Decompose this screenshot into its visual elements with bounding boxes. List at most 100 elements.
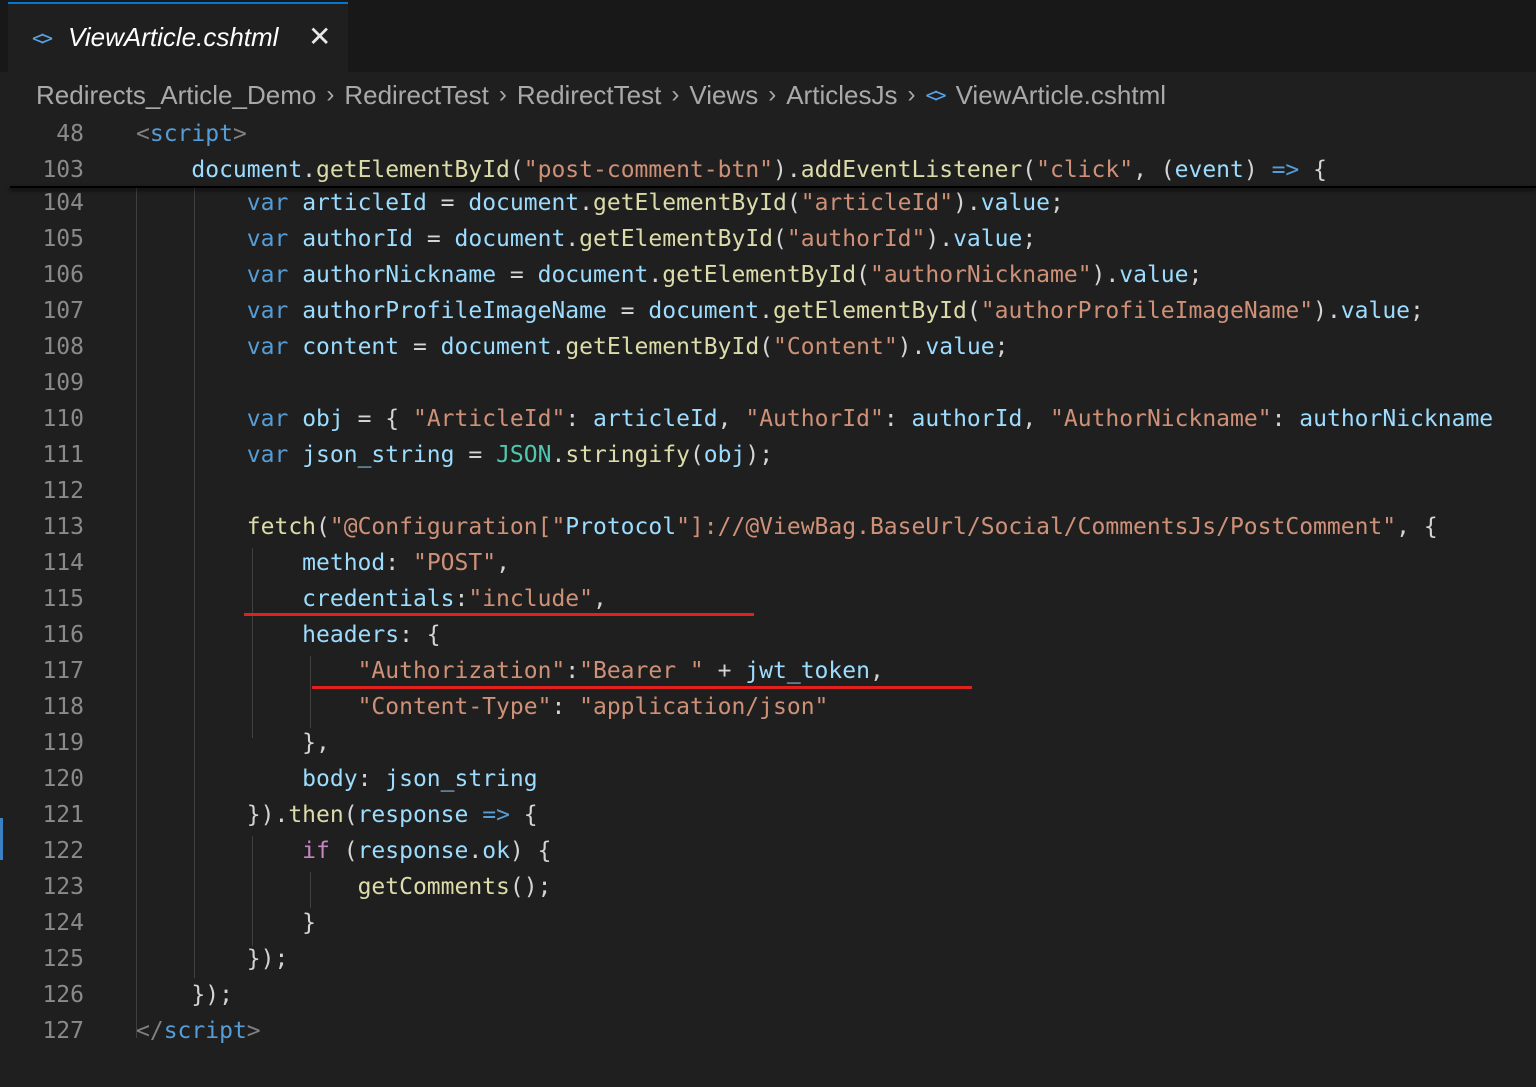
code-line[interactable]: 110 var obj = { "ArticleId": articleId, … (0, 401, 1536, 437)
code-line[interactable]: 48 <script> (0, 116, 1536, 152)
code-token: "articleId" (800, 190, 954, 216)
breadcrumb-item[interactable]: Redirects_Article_Demo (36, 80, 316, 111)
code-text: getComments(); (136, 869, 552, 905)
line-number[interactable]: 123 (0, 869, 84, 905)
code-line[interactable]: 109 (0, 365, 1536, 401)
code-line[interactable]: 120 body: json_string (0, 761, 1536, 797)
code-line[interactable]: 124 } (0, 905, 1536, 941)
line-number[interactable]: 109 (0, 365, 84, 401)
code-token: content (302, 334, 400, 360)
line-number[interactable]: 113 (0, 509, 84, 545)
code-line[interactable]: 114 method: "POST", (0, 545, 1536, 581)
code-token: json_string (302, 442, 455, 468)
annotation-underline-authorization (312, 686, 972, 689)
line-number[interactable]: 107 (0, 293, 84, 329)
code-token: getElementById (662, 262, 857, 288)
line-number[interactable]: 127 (0, 1013, 84, 1049)
code-token: document (648, 298, 760, 324)
code-token: }); (136, 982, 233, 1008)
line-number[interactable]: 48 (0, 116, 84, 152)
code-token: document (191, 157, 303, 183)
line-number[interactable]: 105 (0, 221, 84, 257)
code-line[interactable]: 103 document.getElementById("post-commen… (0, 152, 1536, 188)
breadcrumb-file[interactable]: ViewArticle.cshtml (956, 80, 1166, 111)
chevron-right-icon: › (671, 81, 680, 108)
line-number[interactable]: 116 (0, 617, 84, 653)
line-number[interactable]: 115 (0, 581, 84, 617)
code-text: credentials:"include", (136, 581, 607, 617)
line-number[interactable]: 120 (0, 761, 84, 797)
code-line[interactable]: 121 }).then(response => { (0, 797, 1536, 833)
code-line[interactable]: 112 (0, 473, 1536, 509)
code-text: body: json_string (136, 761, 537, 797)
code-line[interactable]: 117 "Authorization":"Bearer " + jwt_toke… (0, 653, 1536, 689)
breadcrumb: Redirects_Article_Demo › RedirectTest › … (36, 78, 1166, 112)
code-text: </script> (136, 1013, 261, 1049)
line-number[interactable]: 112 (0, 473, 84, 509)
code-line[interactable]: 127 </script> (0, 1013, 1536, 1049)
code-line[interactable]: 116 headers: { (0, 617, 1536, 653)
line-number[interactable]: 118 (0, 689, 84, 725)
code-text: method: "POST", (136, 545, 510, 581)
code-token: jwt_token (745, 658, 870, 684)
code-line[interactable]: 111 var json_string = JSON.stringify(obj… (0, 437, 1536, 473)
breadcrumb-item[interactable]: Views (689, 80, 758, 111)
code-text: var content = document.getElementById("C… (136, 329, 1009, 365)
line-number[interactable]: 121 (0, 797, 84, 833)
code-line[interactable]: 113 fetch("@Configuration["Protocol"]://… (0, 509, 1536, 545)
line-number[interactable]: 103 (0, 152, 84, 188)
line-number[interactable]: 122 (0, 833, 84, 869)
breadcrumb-item[interactable]: RedirectTest (344, 80, 489, 111)
code-text: }); (136, 977, 233, 1013)
code-line[interactable]: 106 var authorNickname = document.getEle… (0, 257, 1536, 293)
line-number[interactable]: 119 (0, 725, 84, 761)
tab-viewarticle[interactable]: <> ViewArticle.cshtml ✕ (8, 2, 348, 72)
line-number[interactable]: 124 (0, 905, 84, 941)
line-number[interactable]: 104 (0, 185, 84, 221)
code-token: ( (759, 334, 774, 360)
code-token: value (1119, 262, 1189, 288)
code-token: ( (786, 190, 801, 216)
code-line[interactable]: 108 var content = document.getElementByI… (0, 329, 1536, 365)
line-number[interactable]: 111 (0, 437, 84, 473)
line-number[interactable]: 126 (0, 977, 84, 1013)
code-token: }, (136, 730, 330, 756)
line-number[interactable]: 114 (0, 545, 84, 581)
code-line[interactable]: 104 var articleId = document.getElementB… (0, 185, 1536, 221)
line-number[interactable]: 117 (0, 653, 84, 689)
code-token: , (1022, 406, 1051, 432)
breadcrumb-item[interactable]: ArticlesJs (786, 80, 897, 111)
code-line[interactable]: 105 var authorId = document.getElementBy… (0, 221, 1536, 257)
code-token: "]://@ViewBag.BaseUrl/Social/CommentsJs/… (676, 514, 1397, 540)
code-editor[interactable]: 104 var articleId = document.getElementB… (0, 116, 1536, 1087)
breadcrumb-item[interactable]: RedirectTest (517, 80, 662, 111)
code-token: body (302, 766, 358, 792)
code-line[interactable]: 123 getComments(); (0, 869, 1536, 905)
line-number[interactable]: 106 (0, 257, 84, 293)
code-line[interactable]: 107 var authorProfileImageName = documen… (0, 293, 1536, 329)
line-number[interactable]: 108 (0, 329, 84, 365)
close-icon[interactable]: ✕ (308, 20, 331, 53)
code-line[interactable]: 119 }, (0, 725, 1536, 761)
code-token: if (302, 838, 330, 864)
code-token: : (357, 766, 386, 792)
line-number[interactable]: 125 (0, 941, 84, 977)
chevron-right-icon: › (768, 81, 777, 108)
code-line[interactable]: 125 }); (0, 941, 1536, 977)
code-token: = { (343, 406, 413, 432)
code-line[interactable]: 122 if (response.ok) { (0, 833, 1536, 869)
code-line[interactable]: 118 "Content-Type": "application/json" (0, 689, 1536, 725)
code-token: { (1299, 157, 1327, 183)
line-number[interactable]: 110 (0, 401, 84, 437)
code-token: = (399, 334, 441, 360)
code-line[interactable]: 126 }); (0, 977, 1536, 1013)
code-text: var authorProfileImageName = document.ge… (136, 293, 1424, 329)
code-token: : { (399, 622, 441, 648)
code-text: }); (136, 941, 289, 977)
code-token: getElementById (773, 298, 967, 324)
code-line[interactable]: 115 credentials:"include", (0, 581, 1536, 617)
